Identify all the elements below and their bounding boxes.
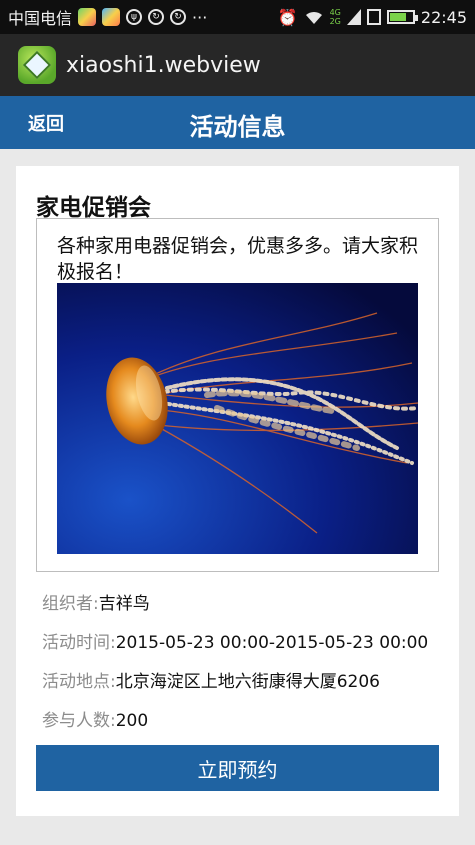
more-notifications-icon: ··· (192, 7, 208, 27)
carrier-label: 中国电信 (8, 9, 73, 28)
battery-icon (386, 10, 418, 24)
event-image (57, 283, 418, 554)
signal-icon (346, 9, 361, 25)
participants-label: 参与人数: (42, 711, 116, 731)
event-description-box: 各种家用电器促销会，优惠多多。请大家积极报名！ (36, 218, 439, 572)
sync-icon: ↻ (170, 9, 187, 25)
event-title: 家电促销会 (36, 195, 151, 221)
organizer-row: 组织者:吉祥鸟 (42, 589, 150, 614)
wifi-icon (305, 11, 322, 24)
time-row: 活动时间:2015-05-23 00:00-2015-05-23 00:00 (42, 628, 428, 653)
sim-icon (366, 9, 381, 25)
android-app-icon (18, 46, 56, 84)
location-label: 活动地点: (42, 672, 116, 692)
network-type: 4G 2G (329, 8, 341, 26)
usb-icon: ψ (126, 9, 143, 25)
app-title-bar: xiaoshi1.webview (0, 34, 475, 96)
clock: 22:45 (420, 7, 467, 27)
app-notification-icon (102, 8, 121, 26)
status-bar-right: ⏰ 4G 2G 22:45 (278, 8, 467, 27)
reserve-button[interactable]: 立即预约 (36, 745, 439, 791)
event-description: 各种家用电器促销会，优惠多多。请大家积极报名！ (57, 235, 419, 283)
organizer-label: 组织者: (42, 594, 99, 614)
app-notification-icon (78, 8, 97, 26)
page-header: 返回 活动信息 (0, 96, 475, 149)
status-bar-left: 中国电信 ψ ↻ ↻ ··· (8, 5, 207, 29)
app-title: xiaoshi1.webview (66, 52, 261, 78)
page-title: 活动信息 (189, 113, 286, 141)
alarm-icon: ⏰ (277, 7, 298, 27)
location-row: 活动地点:北京海淀区上地六街康得大厦6206 (42, 667, 380, 692)
time-label: 活动时间: (42, 633, 116, 653)
time-value: 2015-05-23 00:00-2015-05-23 00:00 (115, 633, 429, 653)
participants-value: 200 (115, 711, 149, 731)
jellyfish-image (57, 283, 418, 554)
participants-row: 参与人数:200 (42, 706, 148, 731)
event-card: 家电促销会 各种家用电器促销会，优惠多多。请大家积极报名！ 组织者:吉祥鸟 活动… (16, 166, 459, 816)
organizer-value: 吉祥鸟 (98, 594, 150, 614)
location-value: 北京海淀区上地六街康得大厦6206 (115, 672, 380, 692)
sync-icon: ↻ (148, 9, 165, 25)
status-bar: 中国电信 ψ ↻ ↻ ··· ⏰ 4G 2G 22:45 (0, 0, 475, 34)
